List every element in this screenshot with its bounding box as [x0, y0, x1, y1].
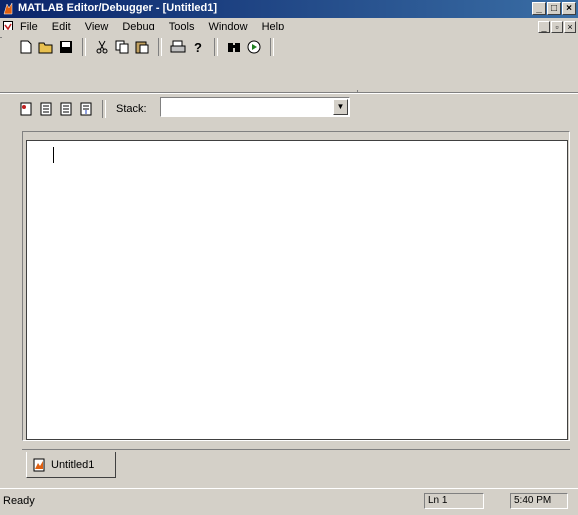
- mdi-close-button[interactable]: ×: [564, 21, 576, 33]
- m-file-icon: [33, 458, 45, 471]
- tab-untitled1[interactable]: Untitled1: [26, 452, 116, 478]
- toolbar-empty-area: [358, 37, 578, 92]
- file-tab-strip: Untitled1: [22, 449, 570, 480]
- svg-text:?: ?: [194, 40, 202, 54]
- open-folder-icon[interactable]: [38, 39, 54, 55]
- toolbar-separator: [214, 38, 218, 56]
- maximize-button[interactable]: □: [547, 2, 561, 15]
- text-cursor: [53, 147, 54, 163]
- toolbar-bottom-highlight: [0, 93, 578, 94]
- standard-toolbar: ?: [2, 30, 358, 90]
- step-icon[interactable]: [58, 101, 74, 117]
- cut-icon[interactable]: [94, 39, 110, 55]
- chevron-down-icon[interactable]: ▼: [333, 99, 348, 115]
- stack-dropdown[interactable]: ▼: [160, 97, 350, 117]
- paste-icon[interactable]: [134, 39, 150, 55]
- set-breakpoint-icon[interactable]: [18, 101, 34, 117]
- print-icon[interactable]: [170, 39, 186, 55]
- toolbar-separator: [102, 100, 106, 118]
- save-icon[interactable]: [58, 39, 74, 55]
- window-title: MATLAB Editor/Debugger - [Untitled1]: [18, 2, 217, 14]
- matlab-editor-window: MATLAB Editor/Debugger - [Untitled1] _ □…: [0, 0, 578, 515]
- status-text: Ready: [3, 495, 35, 507]
- find-icon[interactable]: [226, 39, 242, 55]
- stack-label: Stack:: [116, 103, 147, 115]
- mdi-minimize-button[interactable]: _: [538, 21, 550, 33]
- toolbar-separator: [270, 38, 274, 56]
- run-icon[interactable]: [246, 39, 262, 55]
- new-file-icon[interactable]: [18, 39, 34, 55]
- code-editor[interactable]: [26, 140, 568, 440]
- help-icon[interactable]: ?: [190, 39, 206, 55]
- toolbar-separator: [158, 38, 162, 56]
- step-in-icon[interactable]: [78, 101, 94, 117]
- toolbar-separator: [82, 38, 86, 56]
- close-button[interactable]: ×: [562, 2, 576, 15]
- minimize-button[interactable]: _: [532, 2, 546, 15]
- matlab-logo-icon: [3, 2, 13, 15]
- clear-breakpoint-icon[interactable]: [38, 101, 54, 117]
- copy-icon[interactable]: [114, 39, 130, 55]
- line-number-pane: Ln 1: [424, 493, 484, 509]
- clock-pane: 5:40 PM: [510, 493, 568, 509]
- status-bar: Ready Ln 1 5:40 PM: [0, 488, 578, 515]
- title-bar[interactable]: MATLAB Editor/Debugger - [Untitled1] _ □…: [0, 0, 578, 18]
- tab-label: Untitled1: [51, 458, 95, 471]
- debug-toolbar: Stack:: [18, 100, 147, 118]
- mdi-restore-button[interactable]: ▫: [551, 21, 563, 33]
